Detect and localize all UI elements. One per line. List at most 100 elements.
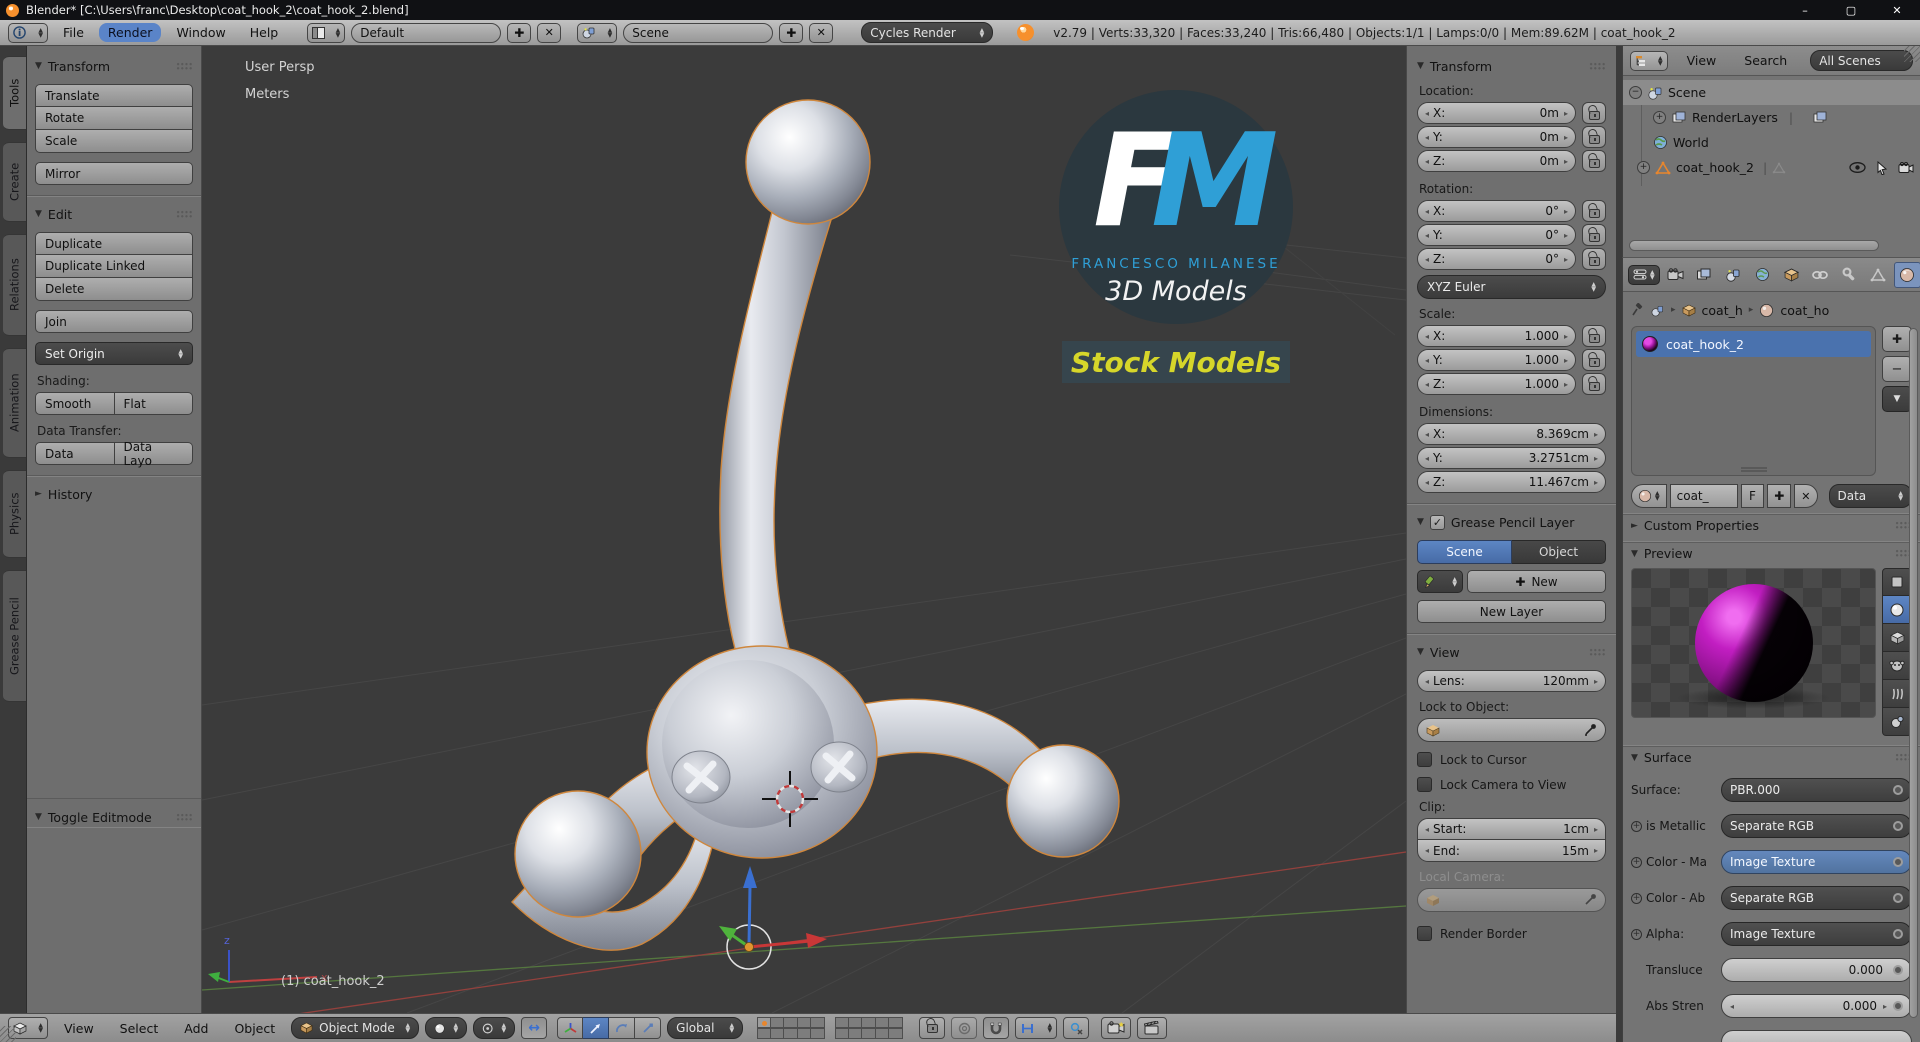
- browse-material-button[interactable]: [1631, 484, 1667, 508]
- increment-icon[interactable]: [1883, 1002, 1887, 1011]
- panel-header-surface[interactable]: Surface: [1623, 746, 1920, 768]
- location-z-field[interactable]: Z:0m: [1417, 150, 1576, 172]
- translate-button[interactable]: Translate: [35, 84, 193, 107]
- layer-cell[interactable]: [756, 1027, 772, 1039]
- decrement-icon[interactable]: [1425, 454, 1429, 463]
- lock-rotation-z-button[interactable]: [1582, 248, 1606, 270]
- shade-flat-button[interactable]: Flat: [114, 392, 193, 415]
- increment-icon[interactable]: [1594, 454, 1598, 463]
- layer-cell[interactable]: [810, 1027, 825, 1039]
- panel-header-history[interactable]: History: [35, 484, 193, 504]
- region-corner-grip[interactable]: [1904, 46, 1920, 62]
- increment-icon[interactable]: [1564, 255, 1568, 264]
- scale-y-field[interactable]: Y:1.000: [1417, 349, 1576, 371]
- layer-cell[interactable]: [874, 1016, 890, 1028]
- decrement-icon[interactable]: [1425, 332, 1429, 341]
- new-material-button[interactable]: [1767, 484, 1792, 508]
- outliner-menu-view[interactable]: View: [1678, 51, 1726, 70]
- layer-cell[interactable]: [888, 1027, 903, 1039]
- transfer-data-layout-button[interactable]: Data Layo: [114, 440, 193, 468]
- gpencil-source-scene-button[interactable]: Scene: [1417, 540, 1512, 564]
- clipped-field[interactable]: [1721, 1030, 1912, 1042]
- viewport-menu-object[interactable]: Object: [224, 1019, 285, 1038]
- layer-cell[interactable]: [861, 1016, 876, 1028]
- duplicate-linked-button[interactable]: Duplicate Linked: [35, 255, 193, 278]
- pivot-point-dropdown[interactable]: [473, 1017, 516, 1039]
- decrement-icon[interactable]: [1425, 380, 1429, 389]
- layer-cell[interactable]: [796, 1027, 812, 1039]
- layer-cell[interactable]: [888, 1016, 903, 1028]
- layers-widget-2[interactable]: [834, 1016, 907, 1039]
- translucency-slider[interactable]: 0.000: [1721, 958, 1912, 982]
- eyedropper-icon[interactable]: [1583, 723, 1597, 737]
- node-socket-icon[interactable]: [1893, 785, 1903, 795]
- lock-camera-to-view-checkbox[interactable]: [1417, 777, 1432, 792]
- visibility-eye-icon[interactable]: [1849, 162, 1866, 173]
- delete-button[interactable]: Delete: [35, 278, 193, 301]
- scale-x-field[interactable]: X:1.000: [1417, 325, 1576, 347]
- scene-field[interactable]: Scene: [623, 22, 774, 43]
- opengl-render-anim-button[interactable]: [1137, 1017, 1168, 1039]
- increment-icon[interactable]: [1564, 356, 1568, 365]
- preview-hair-button[interactable]: [1882, 680, 1912, 708]
- increment-icon[interactable]: [1564, 133, 1568, 142]
- expand-plus-icon[interactable]: +: [1637, 161, 1650, 174]
- snap-element-dropdown[interactable]: [1015, 1017, 1058, 1039]
- decrement-icon[interactable]: [1425, 677, 1429, 686]
- layer-cell[interactable]: [783, 1016, 798, 1028]
- lock-location-x-button[interactable]: [1582, 102, 1606, 124]
- layer-cell[interactable]: [848, 1027, 863, 1039]
- blender-splash-icon[interactable]: [1017, 24, 1035, 41]
- tab-create[interactable]: Create: [3, 142, 26, 222]
- screen-layout-icon-button[interactable]: [307, 22, 346, 43]
- mirror-button[interactable]: Mirror: [35, 162, 193, 185]
- tab-relations[interactable]: Relations: [3, 234, 26, 336]
- outliner-editor-type-button[interactable]: [1630, 50, 1668, 71]
- menu-file[interactable]: File: [54, 23, 93, 42]
- absorption-strength-field[interactable]: 0.000: [1721, 994, 1912, 1018]
- surface-shader-dropdown[interactable]: PBR.000: [1721, 778, 1912, 802]
- viewport-menu-add[interactable]: Add: [174, 1019, 218, 1038]
- duplicate-button[interactable]: Duplicate: [35, 232, 193, 255]
- outliner-row-world[interactable]: World: [1623, 130, 1920, 155]
- layers-widget[interactable]: [756, 1016, 829, 1039]
- properties-scrollbar[interactable]: [1909, 328, 1918, 1018]
- outliner-menu-search[interactable]: Search: [1735, 51, 1796, 70]
- panel-header-edit[interactable]: Edit: [35, 204, 193, 224]
- grease-pencil-checkbox[interactable]: [1429, 514, 1445, 530]
- increment-icon[interactable]: [1594, 825, 1598, 834]
- close-button[interactable]: ✕: [1874, 0, 1920, 20]
- clip-end-field[interactable]: End: 15m: [1417, 840, 1606, 862]
- decrement-icon[interactable]: [1425, 846, 1429, 855]
- coat-hook-model[interactable]: [511, 99, 1120, 951]
- mode-dropdown[interactable]: Object Mode: [291, 1017, 420, 1039]
- manipulator-translate-button[interactable]: [583, 1017, 610, 1039]
- renderlayer-restrict-icon[interactable]: [1812, 111, 1828, 125]
- decrement-icon[interactable]: [1730, 1002, 1734, 1011]
- selectable-cursor-icon[interactable]: [1876, 160, 1888, 175]
- clip-start-field[interactable]: Start: 1cm: [1417, 818, 1606, 840]
- decrement-icon[interactable]: [1425, 825, 1429, 834]
- expand-node-icon[interactable]: [1631, 892, 1642, 904]
- layer-cell[interactable]: [834, 1027, 850, 1039]
- material-link-dropdown[interactable]: Data: [1828, 484, 1913, 508]
- opengl-render-button[interactable]: [1101, 1017, 1132, 1039]
- tab-grease-pencil[interactable]: Grease Pencil: [3, 570, 26, 702]
- layer-cell[interactable]: [861, 1027, 876, 1039]
- viewport-3d[interactable]: x z User Persp Meters (1) coat_hook_2 F …: [202, 46, 1406, 1013]
- layer-cell[interactable]: [783, 1027, 798, 1039]
- rotation-z-field[interactable]: Z:0°: [1417, 248, 1576, 270]
- material-crumb-icon[interactable]: [1759, 303, 1774, 318]
- decrement-icon[interactable]: [1425, 133, 1429, 142]
- panel-grip-icon[interactable]: [176, 209, 193, 219]
- menu-help[interactable]: Help: [241, 23, 288, 42]
- layer-cell[interactable]: [770, 1016, 785, 1028]
- delete-layout-button[interactable]: [537, 22, 562, 43]
- lock-scale-z-button[interactable]: [1582, 373, 1606, 395]
- scale-z-field[interactable]: Z:1.000: [1417, 373, 1576, 395]
- tab-modifiers[interactable]: [1836, 262, 1863, 288]
- increment-icon[interactable]: [1564, 157, 1568, 166]
- lock-location-z-button[interactable]: [1582, 150, 1606, 172]
- outliner-horizontal-scrollbar[interactable]: [1629, 240, 1879, 251]
- decrement-icon[interactable]: [1425, 356, 1429, 365]
